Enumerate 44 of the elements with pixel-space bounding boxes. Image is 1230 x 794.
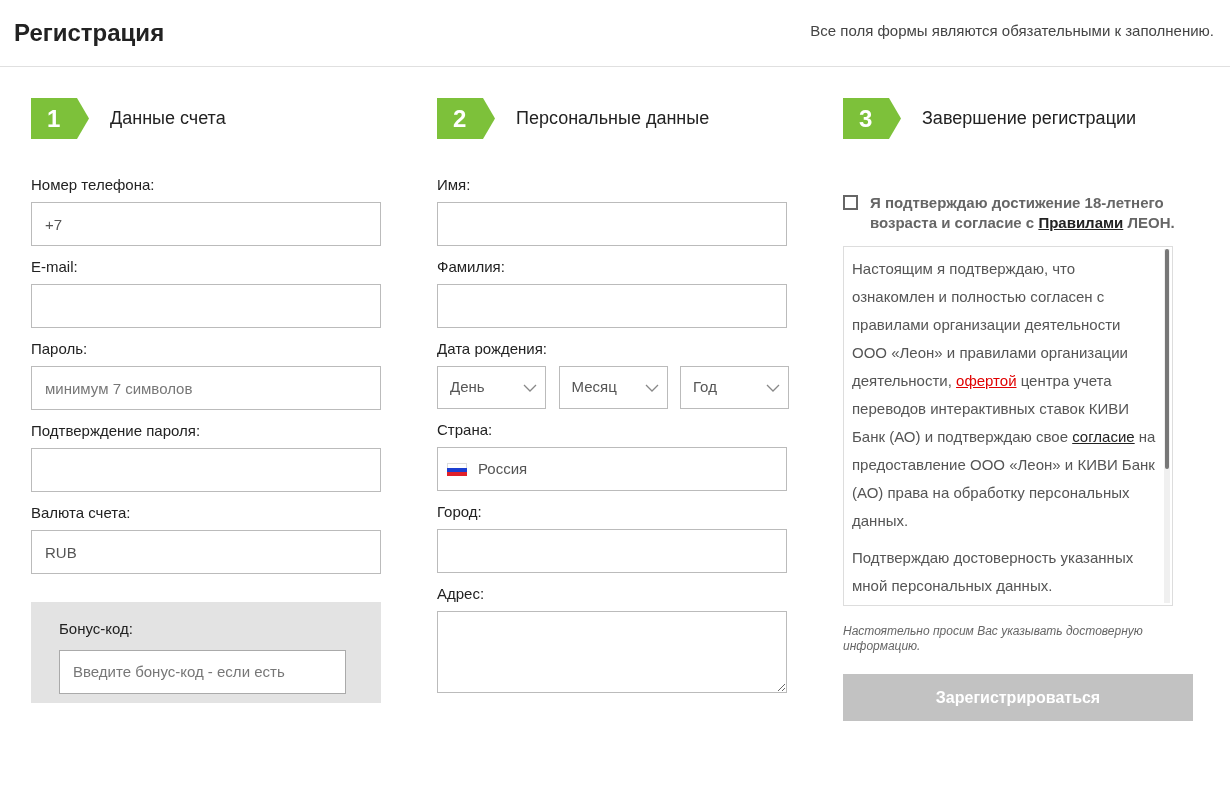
select-dropdown[interactable]: Месяц: [558, 366, 668, 409]
field-label: Подтверждение пароля:: [31, 422, 202, 440]
text-field[interactable]: [437, 529, 787, 573]
step-title: Завершение регистрации: [922, 107, 1137, 130]
field-label: Бонус-код:: [59, 619, 134, 639]
bonus-code-field[interactable]: Введите бонус-код - если есть: [59, 649, 346, 694]
field-label: Номер телефона:: [31, 176, 156, 194]
address-field[interactable]: [437, 611, 787, 693]
required-note: Все поля формы являются обязательными к заполнению.: [810, 21, 1214, 41]
step-number-badge: 2: [437, 98, 495, 139]
text-field[interactable]: [31, 284, 381, 328]
link[interactable]: офертой: [956, 372, 1017, 389]
agreement-text: Я подтверждаю достижение 18-летнего возраста и согласие с Правилами ЛЕОН.: [870, 193, 1176, 233]
text-field[interactable]: минимум 7 символов: [31, 366, 381, 410]
text-field[interactable]: [437, 202, 787, 246]
scrollbar[interactable]: [1164, 249, 1170, 603]
select-dropdown[interactable]: День: [437, 366, 546, 409]
field-label: Имя:: [437, 176, 472, 194]
step-title: Данные счета: [110, 107, 226, 130]
page-title: Регистрация: [14, 18, 165, 48]
field-label: Страна:: [437, 421, 494, 439]
terms-paragraph: Подтверждаю достоверность указанных мной персональных данных.: [852, 548, 1135, 596]
text-field[interactable]: RUB: [31, 530, 381, 574]
step-title: Персональные данные: [516, 107, 710, 130]
link[interactable]: Правилами: [1038, 214, 1124, 231]
text-field[interactable]: [437, 284, 787, 328]
field-label: Валюта счета:: [31, 504, 132, 522]
text-field[interactable]: +7: [31, 202, 381, 246]
hint-text: Настоятельно просим Вас указывать достоверную информацию.: [843, 624, 1144, 654]
field-label: E-mail:: [31, 258, 79, 276]
field-label: Дата рождения:: [437, 340, 548, 358]
field-label: Адрес:: [437, 585, 486, 603]
flag-icon: [447, 462, 467, 476]
select-dropdown[interactable]: Год: [680, 366, 789, 409]
checkbox[interactable]: [843, 195, 858, 210]
terms-paragraph: Настоящим я подтверждаю, что ознакомлен и полностью согласен с правилами организации деятельности ООО «Леон» и правилами организации деятельности, офертой центра учета переводов интерактивных ставок КИВИ Банк (АО) и подтверждаю свое согласие на предоставление ООО «Леон» и КИВИ Банк (АО) права на обработку персональных данных.: [852, 259, 1157, 531]
step-number-badge: 1: [31, 98, 89, 139]
field-label: Фамилия:: [437, 258, 506, 276]
step-number-badge: 3: [843, 98, 901, 139]
link[interactable]: согласие: [1072, 428, 1135, 445]
field-label: Город:: [437, 503, 483, 521]
country-select[interactable]: Россия: [437, 447, 787, 491]
field-label: Пароль:: [31, 340, 89, 358]
text-field[interactable]: [31, 448, 381, 492]
